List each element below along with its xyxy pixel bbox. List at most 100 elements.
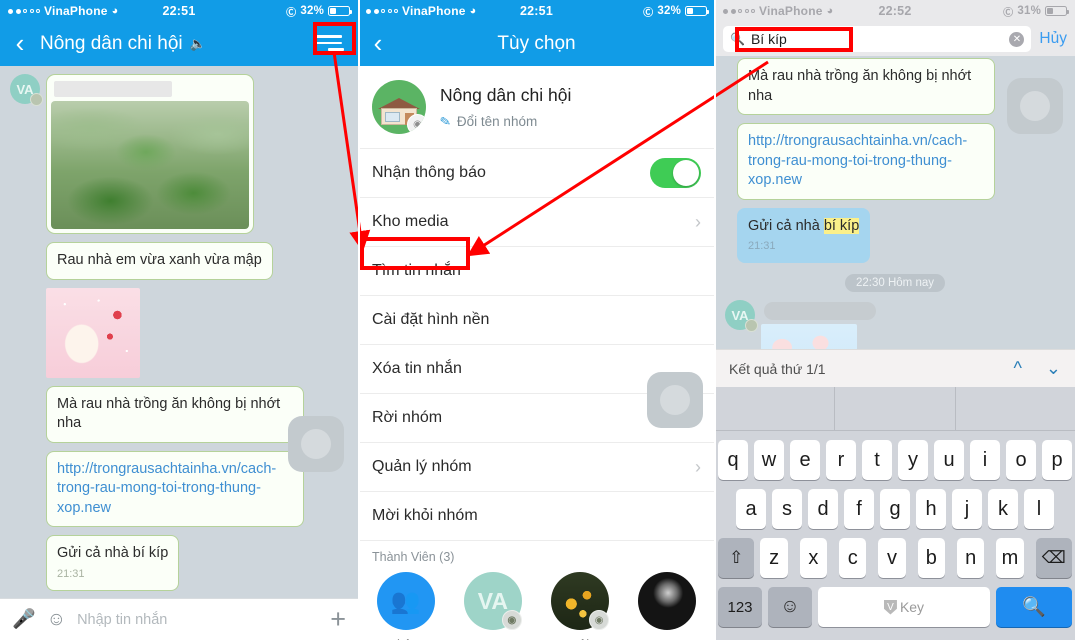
- chat-scroll-panel1[interactable]: VA Rau nhà em vừa xanh vừa mập Mà rau nh…: [0, 66, 358, 598]
- avatar[interactable]: ◉: [551, 572, 610, 630]
- floating-button-ghost[interactable]: [647, 372, 703, 428]
- option-row-manage-group[interactable]: Quản lý nhóm ›: [358, 443, 715, 492]
- key-c[interactable]: c: [839, 538, 867, 578]
- options-list[interactable]: ◉ Nông dân chi hội ✎ Đổi tên nhóm Nhận t…: [358, 66, 715, 640]
- key-g[interactable]: g: [880, 489, 910, 529]
- notifications-toggle[interactable]: [650, 158, 701, 188]
- page-title: Tùy chọn: [497, 33, 576, 54]
- group-header[interactable]: ◉ Nông dân chi hội ✎ Đổi tên nhóm: [358, 66, 715, 149]
- key-t[interactable]: t: [862, 440, 892, 480]
- result-nav-arrows[interactable]: ^ ⌄: [1013, 358, 1061, 379]
- photo-bubble[interactable]: [46, 74, 254, 234]
- key-j[interactable]: j: [952, 489, 982, 529]
- option-row-remove-from-group[interactable]: Mời khỏi nhóm: [358, 492, 715, 541]
- cancel-button[interactable]: Hủy: [1039, 30, 1067, 48]
- house-avatar[interactable]: ◉: [372, 80, 426, 134]
- keyboard-row-1[interactable]: qwertyuiop: [715, 440, 1075, 480]
- option-row-notifications[interactable]: Nhận thông báo: [358, 149, 715, 198]
- camera-icon[interactable]: ◉: [407, 114, 426, 134]
- space-key[interactable]: V Key: [818, 587, 990, 627]
- search-key[interactable]: 🔍: [996, 587, 1072, 627]
- key-l[interactable]: l: [1024, 489, 1054, 529]
- key-h[interactable]: h: [916, 489, 946, 529]
- keyboard-row-2[interactable]: asdfghjkl: [715, 489, 1075, 529]
- chat-scroll-panel3[interactable]: Mà rau nhà trồng ăn không bị nhớt nha ht…: [715, 56, 1075, 349]
- hamburger-menu-icon[interactable]: [316, 32, 344, 54]
- clear-circle-icon[interactable]: ✕: [1009, 31, 1025, 47]
- member-item[interactable]: VA ◉: [453, 572, 532, 640]
- keyboard-row-3[interactable]: ⇧ zxcvbnm ⌫: [715, 538, 1075, 578]
- battery-icon: [1045, 6, 1070, 16]
- prediction-slot-2[interactable]: [835, 387, 956, 430]
- chevron-right-icon: ›: [695, 211, 701, 232]
- key-y[interactable]: y: [898, 440, 928, 480]
- option-row-wallpaper[interactable]: Cài đặt hình nền: [358, 296, 715, 345]
- member-item[interactable]: [628, 572, 707, 640]
- key-v[interactable]: v: [878, 538, 906, 578]
- backspace-key[interactable]: ⌫: [1035, 538, 1072, 578]
- member-item[interactable]: ◉ Tôi: [541, 572, 620, 640]
- message-bubble[interactable]: Rau nhà em vừa xanh vừa mập: [46, 242, 273, 280]
- key-p[interactable]: p: [1042, 440, 1072, 480]
- floating-button-ghost[interactable]: [1007, 78, 1063, 134]
- key-i[interactable]: i: [970, 440, 1000, 480]
- keyboard-row-4[interactable]: 123 ☺ V Key 🔍: [715, 587, 1075, 627]
- shift-key[interactable]: ⇧: [718, 538, 755, 578]
- prediction-bar[interactable]: [715, 387, 1075, 431]
- key-m[interactable]: m: [996, 538, 1024, 578]
- message-bubble-highlighted[interactable]: Gửi cả nhà bí kíp 21:31: [737, 207, 871, 264]
- key-f[interactable]: f: [844, 489, 874, 529]
- emoji-key[interactable]: ☺: [768, 587, 812, 627]
- link-bubble[interactable]: http://trongrausachtainha.vn/cach-trong-…: [737, 123, 995, 200]
- link-text[interactable]: http://trongrausachtainha.vn/cach-trong-…: [57, 461, 276, 516]
- vegetable-photo[interactable]: [51, 101, 249, 229]
- link-bubble[interactable]: http://trongrausachtainha.vn/cach-trong-…: [46, 450, 304, 528]
- floating-button-ghost[interactable]: [288, 416, 344, 472]
- chevron-down-icon[interactable]: ⌄: [1046, 358, 1061, 379]
- message-bubble[interactable]: Mà rau nhà trồng ăn không bị nhớt nha: [46, 385, 304, 443]
- message-bubble[interactable]: Gửi cả nhà bí kíp 21:31: [46, 535, 180, 591]
- message-bubble[interactable]: Mà rau nhà trồng ăn không bị nhớt nha: [737, 58, 995, 116]
- key-s[interactable]: s: [772, 489, 802, 529]
- key-x[interactable]: x: [799, 538, 828, 578]
- microphone-icon[interactable]: 🎤: [12, 610, 36, 629]
- photo-bubble-partial[interactable]: [761, 300, 876, 349]
- prediction-slot-1[interactable]: [715, 387, 836, 430]
- key-w[interactable]: w: [754, 440, 784, 480]
- smiley-icon[interactable]: ☺: [47, 610, 66, 629]
- key-o[interactable]: o: [1006, 440, 1036, 480]
- status-right: Ⓒ 32%: [572, 4, 710, 19]
- add-member-icon[interactable]: 👥: [376, 572, 435, 630]
- sticker-image[interactable]: [761, 324, 857, 349]
- panel-search: VinaPhone ◕ 22:52 Ⓒ 31% 🔍 Bí kíp ✕ Hủy M…: [715, 0, 1075, 640]
- avatar[interactable]: VA ◉: [463, 572, 522, 630]
- key-d[interactable]: d: [808, 489, 838, 529]
- rename-group-row[interactable]: ✎ Đổi tên nhóm: [439, 113, 571, 130]
- search-field[interactable]: 🔍 Bí kíp ✕: [723, 26, 1032, 52]
- link-text[interactable]: http://trongrausachtainha.vn/cach-trong-…: [748, 133, 967, 188]
- numbers-key[interactable]: 123: [718, 587, 762, 627]
- option-row-find-message[interactable]: Tìm tin nhắn: [358, 247, 715, 296]
- plus-icon[interactable]: +: [330, 606, 346, 633]
- back-button[interactable]: ‹: [0, 30, 40, 59]
- sticker-image[interactable]: [46, 287, 140, 378]
- member-add[interactable]: 👥 Thêm: [366, 572, 445, 640]
- key-q[interactable]: q: [718, 440, 748, 480]
- key-e[interactable]: e: [790, 440, 820, 480]
- on-screen-keyboard[interactable]: qwertyuiop asdfghjkl ⇧ zxcvbnm ⌫ 123 ☺ V…: [715, 387, 1075, 640]
- option-row-media[interactable]: Kho media ›: [358, 198, 715, 247]
- avatar[interactable]: [638, 572, 697, 630]
- search-input[interactable]: Bí kíp: [751, 31, 1003, 47]
- search-bar[interactable]: 🔍 Bí kíp ✕ Hủy: [715, 22, 1075, 56]
- key-b[interactable]: b: [917, 538, 945, 578]
- prediction-slot-3[interactable]: [956, 387, 1075, 430]
- key-z[interactable]: z: [760, 538, 788, 578]
- chevron-up-icon[interactable]: ^: [1013, 358, 1021, 379]
- key-a[interactable]: a: [736, 489, 766, 529]
- key-k[interactable]: k: [988, 489, 1018, 529]
- message-input[interactable]: Nhập tin nhắn: [77, 612, 319, 628]
- key-r[interactable]: r: [826, 440, 856, 480]
- key-u[interactable]: u: [934, 440, 964, 480]
- key-n[interactable]: n: [956, 538, 985, 578]
- message-composer[interactable]: 🎤 ☺ Nhập tin nhắn +: [0, 598, 358, 640]
